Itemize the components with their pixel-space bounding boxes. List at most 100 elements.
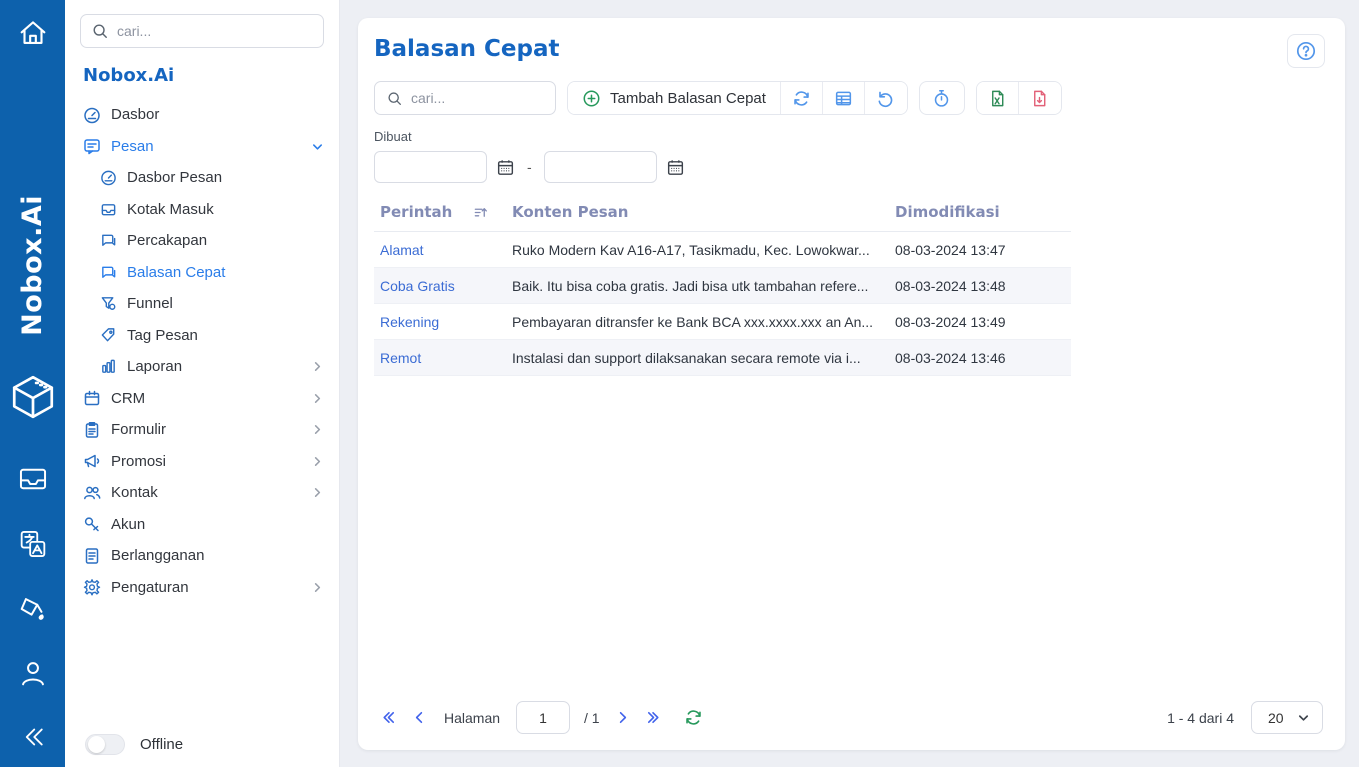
gauge-icon [99, 169, 117, 187]
export-excel-button[interactable] [977, 82, 1019, 114]
date-to-input[interactable] [544, 151, 657, 183]
sidebar-item-promosi[interactable]: Promosi [80, 446, 324, 478]
sidebar-item-percakapan[interactable]: Percakapan [80, 225, 324, 257]
add-quick-reply-button[interactable]: Tambah Balasan Cepat [568, 82, 781, 114]
sidebar-search-input[interactable] [117, 23, 313, 39]
table-view-button[interactable] [823, 82, 865, 114]
offline-toggle[interactable] [85, 734, 125, 755]
archive-box-icon [83, 389, 101, 407]
command-link[interactable]: Alamat [380, 242, 424, 258]
plus-circle-icon [582, 89, 601, 108]
translate-icon[interactable] [0, 527, 65, 561]
page-input[interactable] [516, 701, 570, 734]
page-size-select[interactable]: 20 [1251, 701, 1323, 734]
range-text: 1 - 4 dari 4 [1167, 710, 1234, 726]
excel-file-icon [988, 89, 1007, 108]
sidebar-item-kontak[interactable]: Kontak [80, 477, 324, 509]
help-button[interactable] [1287, 34, 1325, 68]
table-search-input[interactable] [411, 90, 545, 106]
sidebar-item-crm[interactable]: CRM [80, 383, 324, 415]
sidebar-item-dasbor-pesan[interactable]: Dasbor Pesan [80, 162, 324, 194]
export-pdf-button[interactable] [1019, 82, 1061, 114]
sidebar-item-pengaturan[interactable]: Pengaturan [80, 572, 324, 604]
chevron-right-icon [311, 423, 324, 436]
chevron-right-icon [311, 455, 324, 468]
table-icon [834, 89, 853, 108]
table-row[interactable]: Remot Instalasi dan support dilaksanakan… [374, 340, 1071, 376]
stopwatch-icon [932, 89, 951, 108]
calendar-icon[interactable] [496, 158, 515, 177]
sidebar-item-tag-pesan[interactable]: Tag Pesan [80, 320, 324, 352]
key-icon [83, 515, 101, 533]
package-cube-icon[interactable] [0, 372, 65, 422]
chevron-right-icon [311, 486, 324, 499]
inbox-tray-icon[interactable] [0, 462, 65, 496]
sidebar-item-akun[interactable]: Akun [80, 509, 324, 541]
calendar-icon[interactable] [666, 158, 685, 177]
sidebar-item-laporan[interactable]: Laporan [80, 351, 324, 383]
refresh-icon [792, 89, 811, 108]
home-icon[interactable] [0, 16, 65, 50]
last-page-button[interactable] [645, 709, 662, 726]
sidebar-title: Nobox.Ai [83, 65, 324, 86]
column-header-konten-pesan[interactable]: Konten Pesan [506, 199, 889, 232]
app-rail: Nobox.Ai [0, 0, 65, 767]
brand-vertical: Nobox.Ai [0, 160, 65, 370]
sidebar-item-pesan[interactable]: Pesan [80, 131, 324, 163]
table-search[interactable] [374, 81, 556, 115]
modified-cell: 08-03-2024 13:46 [889, 340, 1071, 376]
prev-page-button[interactable] [411, 709, 428, 726]
chat-bubbles-icon [99, 232, 117, 250]
table-row[interactable]: Alamat Ruko Modern Kav A16-A17, Tasikmad… [374, 232, 1071, 268]
date-range-filter: - [374, 151, 1325, 183]
modified-cell: 08-03-2024 13:47 [889, 232, 1071, 268]
command-link[interactable]: Rekening [380, 314, 439, 330]
chevron-right-icon [311, 392, 324, 405]
main-area: Balasan Cepat Tambah Balasan Cepat [340, 0, 1359, 767]
chevron-down-icon [311, 140, 324, 153]
stopwatch-button[interactable] [919, 81, 965, 115]
first-page-button[interactable] [380, 709, 397, 726]
sidebar-item-balasan-cepat[interactable]: Balasan Cepat [80, 257, 324, 289]
table-row[interactable]: Coba Gratis Baik. Itu bisa coba gratis. … [374, 268, 1071, 304]
sidebar-item-dasbor[interactable]: Dasbor [80, 99, 324, 131]
message-content-cell: Baik. Itu bisa coba gratis. Jadi bisa ut… [506, 268, 889, 304]
table-row[interactable]: Rekening Pembayaran ditransfer ke Bank B… [374, 304, 1071, 340]
chevron-down-icon [1297, 711, 1310, 724]
question-icon [1295, 40, 1317, 62]
funnel-icon [99, 295, 117, 313]
megaphone-icon [83, 452, 101, 470]
export-button-group [976, 81, 1062, 115]
undo-button[interactable] [865, 82, 907, 114]
chevron-right-icon [311, 360, 324, 373]
sidebar-item-kotak-masuk[interactable]: Kotak Masuk [80, 194, 324, 226]
users-icon [83, 484, 101, 502]
undo-icon [876, 89, 895, 108]
chevron-right-icon [311, 581, 324, 594]
column-header-perintah[interactable]: Perintah [374, 199, 506, 232]
created-filter-label: Dibuat [374, 129, 1325, 144]
sidebar-item-funnel[interactable]: Funnel [80, 288, 324, 320]
sort-icon[interactable] [473, 205, 488, 220]
message-content-cell: Instalasi dan support dilaksanakan secar… [506, 340, 889, 376]
gear-icon [83, 578, 101, 596]
quick-replies-table: Perintah Konten Pesan Dimodifikasi Alama… [374, 199, 1071, 376]
command-link[interactable]: Coba Gratis [380, 278, 455, 294]
clipboard-icon [83, 421, 101, 439]
refresh-button[interactable] [781, 82, 823, 114]
next-page-button[interactable] [614, 709, 631, 726]
modified-cell: 08-03-2024 13:49 [889, 304, 1071, 340]
collapse-sidebar-icon[interactable] [0, 722, 65, 752]
ink-drop-icon[interactable] [0, 592, 65, 626]
sidebar-item-berlangganan[interactable]: Berlangganan [80, 540, 324, 572]
reload-table-button[interactable] [684, 708, 703, 727]
sidebar-item-formulir[interactable]: Formulir [80, 414, 324, 446]
sidebar-search[interactable] [80, 14, 324, 48]
gauge-icon [83, 106, 101, 124]
command-link[interactable]: Remot [380, 350, 421, 366]
date-from-input[interactable] [374, 151, 487, 183]
column-header-dimodifikasi[interactable]: Dimodifikasi [889, 199, 1071, 232]
content-card: Balasan Cepat Tambah Balasan Cepat [358, 18, 1345, 750]
user-icon[interactable] [0, 656, 65, 690]
page-total: / 1 [584, 710, 600, 726]
